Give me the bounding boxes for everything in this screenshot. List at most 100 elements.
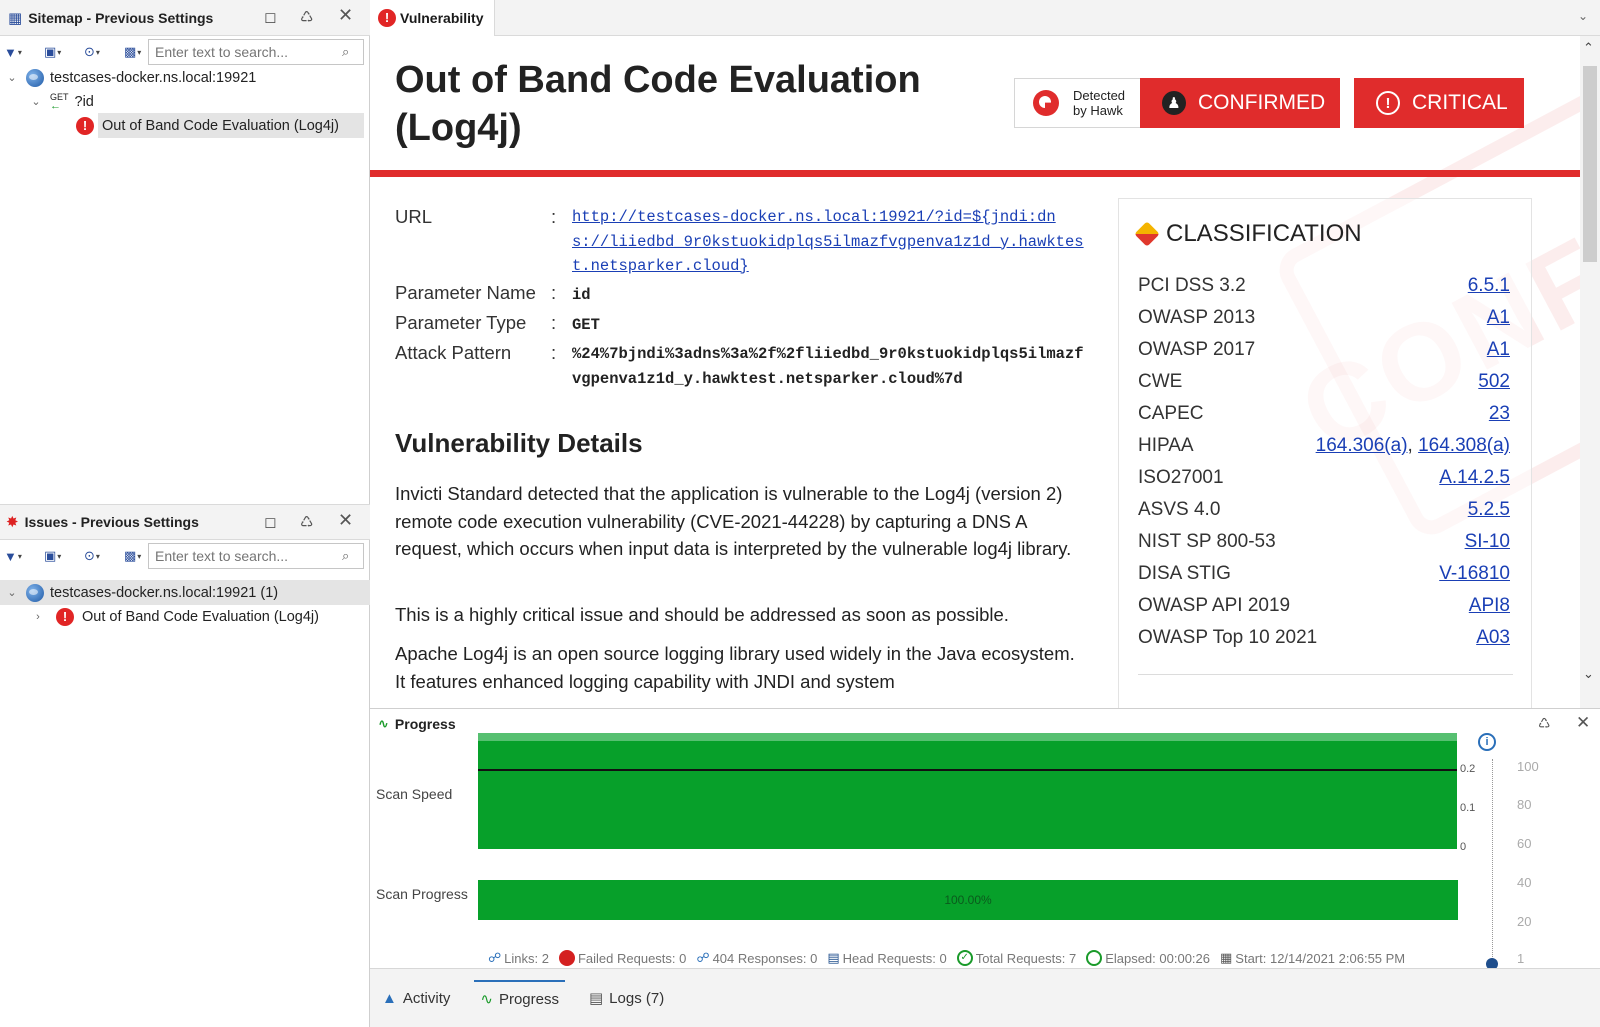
stat-total: ✓ Total Requests: 7 <box>956 950 1076 966</box>
classification-name: OWASP Top 10 2021 <box>1138 627 1318 648</box>
chevron-down-icon[interactable]: ⌄ <box>6 586 18 599</box>
scale-tick: 20 <box>1517 914 1532 929</box>
maximize-icon[interactable]: ◻ <box>264 8 276 26</box>
issues-node-issue[interactable]: › ! Out of Band Code Evaluation (Log4j) <box>0 604 370 629</box>
scale-tick: 40 <box>1517 875 1532 890</box>
url-link[interactable]: http://testcases-docker.ns.local:19921/?… <box>572 205 1087 279</box>
classification-name: ASVS 4.0 <box>1138 499 1221 520</box>
close-icon[interactable]: ✕ <box>1576 713 1590 733</box>
classification-name: OWASP API 2019 <box>1138 595 1291 616</box>
tree-node-label: testcases-docker.ns.local:19921 (1) <box>50 584 279 601</box>
scroll-up-icon[interactable]: ⌃ <box>1583 40 1594 56</box>
stat-head: ▤ Head Requests: 0 <box>827 950 947 966</box>
chevron-right-icon[interactable]: › <box>32 611 44 623</box>
classification-link[interactable]: 5.2.5 <box>1468 499 1510 520</box>
sitemap-search-input[interactable] <box>148 39 364 65</box>
tab-vulnerability[interactable]: ! Vulnerability <box>370 0 495 36</box>
pin-icon[interactable]: ♺ <box>300 513 313 531</box>
chevron-down-icon[interactable]: ⌄ <box>30 95 42 108</box>
layout-icon: ▩ <box>124 44 137 59</box>
classification-name: CWE <box>1138 371 1183 392</box>
classification-name: DISA STIG <box>1138 563 1231 584</box>
tree-node-param[interactable]: ⌄ GET ← ?id <box>0 89 370 114</box>
view-icon: ▣ <box>44 548 57 563</box>
classification-link[interactable]: 23 <box>1489 403 1510 424</box>
filter-button[interactable]: ▼ ▾ <box>4 549 38 564</box>
view-button[interactable]: ▣ ▾ <box>44 548 78 564</box>
scrollbar-thumb[interactable] <box>1583 66 1597 262</box>
classification-link[interactable]: A1 <box>1487 339 1510 360</box>
head-request-icon: ▤ <box>827 950 840 965</box>
scale-tick: 60 <box>1517 836 1532 851</box>
classification-values: SI-10 <box>1465 531 1510 553</box>
classification-link[interactable]: 502 <box>1478 371 1510 392</box>
check-button[interactable]: ⊙ ▾ <box>84 44 118 60</box>
speed-tick: 0 <box>1460 841 1467 853</box>
maximize-icon[interactable]: ◻ <box>264 513 276 531</box>
field-colon: : <box>551 282 557 303</box>
classification-link[interactable]: A03 <box>1476 627 1510 648</box>
view-button[interactable]: ▣ ▾ <box>44 44 78 60</box>
detected-by-hawk-badge: Detected by Hawk <box>1014 78 1148 128</box>
classification-row: CWE 502 <box>1138 371 1510 403</box>
classification-link[interactable]: A.14.2.5 <box>1439 467 1510 488</box>
globe-icon <box>26 68 44 87</box>
info-icon[interactable]: i <box>1478 733 1496 751</box>
param-type-value: GET <box>572 316 600 334</box>
progress-icon: ∿ <box>378 716 389 731</box>
tab-progress[interactable]: ∿ Progress <box>474 980 565 1016</box>
issues-search-input[interactable] <box>148 543 364 569</box>
progress-panel: ∿ Progress ♺ ✕ Scan Speed 0.2 0.1 0 Scan… <box>370 708 1600 970</box>
classification-row: CAPEC 23 <box>1138 403 1510 435</box>
chevron-down-icon[interactable]: ⌄ <box>1578 9 1588 23</box>
details-paragraph: Apache Log4j is an open source logging l… <box>395 643 1075 692</box>
chevron-down-icon[interactable]: ⌄ <box>6 71 18 84</box>
failed-icon <box>558 950 575 966</box>
classification-link[interactable]: 164.306(a) <box>1316 435 1408 456</box>
classification-link[interactable]: SI-10 <box>1465 531 1510 552</box>
speed-slider-track[interactable] <box>1492 759 1498 969</box>
tree-node-host[interactable]: ⌄ testcases-docker.ns.local:19921 <box>0 65 370 90</box>
classification-name: ISO27001 <box>1138 467 1224 488</box>
content-scrollbar[interactable]: ⌃ ⌄ <box>1580 36 1600 708</box>
hawk-label: Detected by Hawk <box>1073 88 1126 118</box>
tree-node-issue[interactable]: ! Out of Band Code Evaluation (Log4j) <box>76 113 364 138</box>
sitemap-toolbar: ▼▾ ▣▾ ⊙▾ ▩▾ ⌕ <box>0 36 370 68</box>
check-button[interactable]: ⊙ ▾ <box>84 548 118 564</box>
url-label: URL <box>395 206 433 227</box>
tab-logs[interactable]: ▤ Logs (7) <box>583 980 670 1016</box>
scan-progress-label: Scan Progress <box>376 886 468 902</box>
classification-row: ISO27001 A.14.2.5 <box>1138 467 1510 499</box>
classification-row: PCI DSS 3.2 6.5.1 <box>1138 275 1510 307</box>
close-icon[interactable]: ✕ <box>338 510 353 531</box>
pin-icon[interactable]: ♺ <box>1538 715 1551 732</box>
pin-icon[interactable]: ♺ <box>300 8 313 26</box>
classification-icon <box>1134 221 1160 247</box>
close-icon[interactable]: ✕ <box>338 5 353 26</box>
scroll-down-icon[interactable]: ⌄ <box>1583 666 1594 682</box>
scan-speed-chart <box>478 733 1457 849</box>
sitemap-header: ▦ Sitemap - Previous Settings ◻ ♺ ✕ <box>0 0 370 36</box>
issues-header: ✸ Issues - Previous Settings ◻ ♺ ✕ <box>0 504 370 540</box>
classification-link[interactable]: 6.5.1 <box>1468 275 1510 296</box>
issues-node-host[interactable]: ⌄ testcases-docker.ns.local:19921 (1) <box>0 580 370 605</box>
search-icon[interactable]: ⌕ <box>342 548 364 564</box>
stat-start: ▦ Start: 12/14/2021 2:06:55 PM <box>1220 950 1406 966</box>
classification-row: NIST SP 800-53 SI-10 <box>1138 531 1510 563</box>
classification-link[interactable]: 164.308(a) <box>1418 435 1510 456</box>
tab-activity[interactable]: ▲ Activity <box>376 980 456 1016</box>
classification-row: OWASP 2013 A1 <box>1138 307 1510 339</box>
filter-button[interactable]: ▼ ▾ <box>4 45 38 60</box>
classification-link[interactable]: A1 <box>1487 307 1510 328</box>
classification-name: OWASP 2017 <box>1138 339 1256 360</box>
details-paragraph: Invicti Standard detected that the appli… <box>395 483 1072 559</box>
view-icon: ▣ <box>44 44 57 59</box>
field-colon: : <box>551 206 557 227</box>
classification-link[interactable]: V-16810 <box>1439 563 1510 584</box>
details-paragraph: This is a highly critical issue and shou… <box>395 604 1009 625</box>
speed-tick: 0.1 <box>1460 802 1476 814</box>
search-icon[interactable]: ⌕ <box>342 44 364 60</box>
scan-progress-bar: 100.00% <box>478 880 1458 920</box>
check-icon: ⊙ <box>84 44 95 59</box>
classification-link[interactable]: API8 <box>1469 595 1510 616</box>
